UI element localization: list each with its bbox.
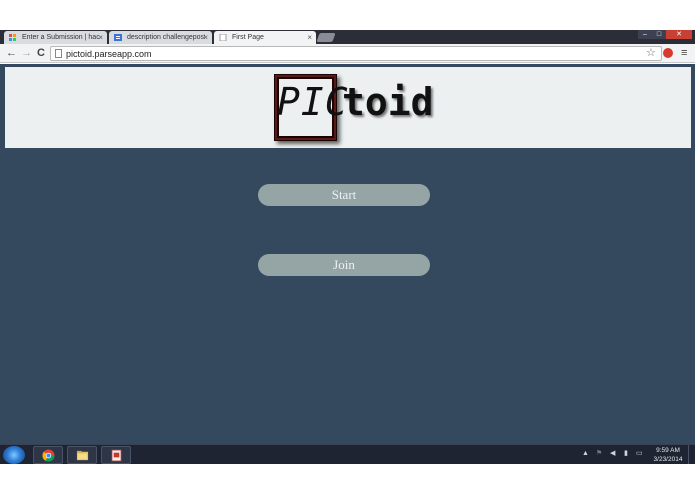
bookmark-star-icon[interactable]: ☆ (646, 47, 656, 59)
volume-icon[interactable]: ◀ (610, 449, 615, 459)
start-button[interactable]: Start (258, 184, 430, 206)
page-viewport: PIC toid Start Join (0, 64, 695, 444)
tab-first-page[interactable]: First Page × (214, 31, 316, 44)
tab-title: Enter a Submission | hacke (22, 34, 100, 41)
new-tab-button[interactable] (316, 33, 336, 42)
pictoid-logo: PIC toid (272, 72, 442, 142)
start-menu-icon[interactable] (3, 446, 25, 464)
chrome-icon (42, 449, 55, 462)
bottom-margin (0, 464, 695, 494)
show-desktop-button[interactable] (688, 445, 695, 465)
back-button[interactable]: ← (6, 47, 17, 59)
url-text: pictoid.parseapp.com (66, 49, 152, 59)
maximize-button[interactable]: □ (652, 30, 666, 39)
network-icon[interactable]: ▮ (624, 449, 628, 459)
forward-button[interactable]: → (21, 47, 32, 59)
tab-title: First Page (232, 34, 264, 41)
taskbar-explorer[interactable] (67, 446, 97, 464)
clock-date: 3/23/2014 (653, 456, 683, 463)
join-button[interactable]: Join (258, 254, 430, 276)
taskbar-clock[interactable]: 9:59 AM 3/23/2014 (648, 446, 688, 464)
windows-taskbar: ▲ ⚑ ◀ ▮ ▭ 9:59 AM 3/23/2014 (0, 444, 695, 465)
logo-toid-text: toid (342, 80, 434, 124)
display-icon[interactable]: ▭ (636, 449, 643, 459)
reload-button[interactable]: C (37, 47, 45, 59)
tab-title: description challengepost (127, 34, 205, 41)
tray-flag-icon[interactable]: ⚑ (596, 449, 602, 459)
tab-close-icon[interactable]: × (203, 31, 208, 44)
top-margin (0, 0, 695, 30)
clock-time: 9:59 AM (656, 447, 680, 454)
chrome-menu-icon[interactable]: ≡ (681, 47, 687, 59)
app-icon (111, 449, 122, 462)
close-window-button[interactable]: ✕ (666, 30, 692, 39)
toolbar: ← → C pictoid.parseapp.com ☆ ≡ (0, 44, 695, 63)
explorer-icon (76, 450, 89, 461)
tab-bar: Enter a Submission | hacke × description… (0, 30, 695, 44)
taskbar-app[interactable] (101, 446, 131, 464)
docs-icon (114, 34, 122, 41)
tray-expand-icon[interactable]: ▲ (582, 449, 589, 459)
extension-icon[interactable] (663, 48, 673, 58)
minimize-button[interactable]: – (638, 30, 652, 39)
tab-close-icon[interactable]: × (98, 31, 103, 44)
taskbar-chrome[interactable] (33, 446, 63, 464)
logo-pic-text: PIC (277, 80, 349, 124)
tab-description[interactable]: description challengepost × (109, 31, 212, 44)
page-icon (219, 34, 227, 41)
tab-enter-submission[interactable]: Enter a Submission | hacke × (4, 31, 107, 44)
address-bar[interactable]: pictoid.parseapp.com (50, 46, 662, 61)
header-banner: PIC toid (5, 67, 691, 148)
hackerleague-icon (9, 34, 16, 41)
page-info-icon (55, 49, 62, 58)
tab-close-icon[interactable]: × (307, 31, 312, 44)
